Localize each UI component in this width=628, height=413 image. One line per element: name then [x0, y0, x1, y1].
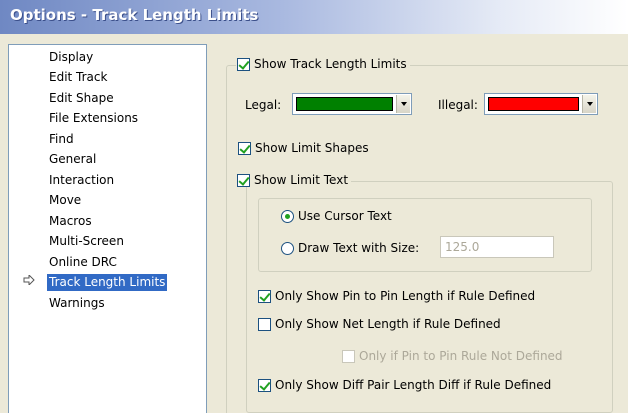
net-length-checkbox[interactable]: Only Show Net Length if Rule Defined — [258, 317, 501, 331]
window-title: Options - Track Length Limits — [10, 6, 259, 24]
illegal-color-picker[interactable] — [484, 93, 598, 115]
draw-text-with-size-radio[interactable]: Draw Text with Size: — [281, 241, 419, 255]
chevron-down-icon[interactable] — [582, 95, 596, 113]
nav-item-interaction[interactable]: Interaction — [47, 172, 116, 189]
nav-item-warnings[interactable]: Warnings — [47, 295, 107, 312]
use-cursor-text-radio[interactable]: Use Cursor Text — [281, 209, 392, 223]
diff-pair-label: Only Show Diff Pair Length Diff if Rule … — [275, 378, 552, 392]
nav-item-display[interactable]: Display — [47, 49, 95, 66]
nav-item-general[interactable]: General — [47, 151, 98, 168]
checkbox-icon — [258, 317, 271, 331]
show-track-length-limits-label: Show Track Length Limits — [254, 57, 407, 71]
legal-label: Legal: — [245, 98, 282, 112]
draw-text-with-size-label: Draw Text with Size: — [298, 241, 420, 255]
nav-item-track-length-limits[interactable]: Track Length Limits — [47, 274, 168, 291]
illegal-label: Illegal: — [438, 98, 478, 112]
checkbox-icon — [258, 289, 271, 303]
show-limit-text-checkbox[interactable]: Show Limit Text — [237, 173, 348, 187]
checkbox-icon — [258, 378, 271, 392]
checkbox-icon — [238, 141, 251, 155]
text-size-input[interactable]: 125.0 — [440, 236, 554, 258]
nav-item-edit-shape[interactable]: Edit Shape — [47, 90, 116, 107]
radio-icon — [281, 241, 294, 255]
arrow-right-icon — [23, 273, 35, 288]
title-bar: Options - Track Length Limits — [0, 0, 628, 34]
pin-to-pin-checkbox[interactable]: Only Show Pin to Pin Length if Rule Defi… — [258, 289, 535, 303]
pin-rule-not-defined-checkbox[interactable]: Only if Pin to Pin Rule Not Defined — [342, 349, 563, 363]
legal-color-swatch — [296, 97, 393, 111]
checkbox-icon — [237, 173, 250, 187]
nav-item-macros[interactable]: Macros — [47, 213, 94, 230]
nav-item-file-extensions[interactable]: File Extensions — [47, 110, 140, 127]
options-category-list[interactable]: Display Edit Track Edit Shape File Exten… — [8, 44, 207, 413]
radio-icon — [281, 209, 294, 223]
nav-item-find[interactable]: Find — [47, 131, 76, 148]
nav-item-edit-track[interactable]: Edit Track — [47, 69, 109, 86]
show-track-length-limits-checkbox[interactable]: Show Track Length Limits — [237, 57, 407, 71]
nav-item-online-drc[interactable]: Online DRC — [47, 254, 119, 271]
checkbox-icon — [237, 57, 250, 71]
nav-item-move[interactable]: Move — [47, 192, 83, 209]
checkbox-icon — [342, 349, 355, 363]
show-limit-shapes-checkbox[interactable]: Show Limit Shapes — [238, 141, 369, 155]
illegal-color-swatch — [488, 97, 579, 111]
show-limit-text-legend: Show Limit Text — [236, 173, 352, 187]
legal-color-picker[interactable] — [292, 93, 412, 115]
show-limit-shapes-label: Show Limit Shapes — [255, 141, 369, 155]
chevron-down-icon[interactable] — [396, 95, 410, 113]
show-limit-text-label: Show Limit Text — [254, 173, 349, 187]
pin-to-pin-label: Only Show Pin to Pin Length if Rule Defi… — [275, 289, 536, 303]
nav-item-multi-screen[interactable]: Multi-Screen — [47, 233, 126, 250]
show-track-length-limits-legend: Show Track Length Limits — [236, 57, 410, 71]
pin-rule-not-defined-label: Only if Pin to Pin Rule Not Defined — [359, 349, 563, 363]
net-length-label: Only Show Net Length if Rule Defined — [275, 317, 501, 331]
use-cursor-text-label: Use Cursor Text — [298, 209, 392, 223]
diff-pair-checkbox[interactable]: Only Show Diff Pair Length Diff if Rule … — [258, 378, 551, 392]
